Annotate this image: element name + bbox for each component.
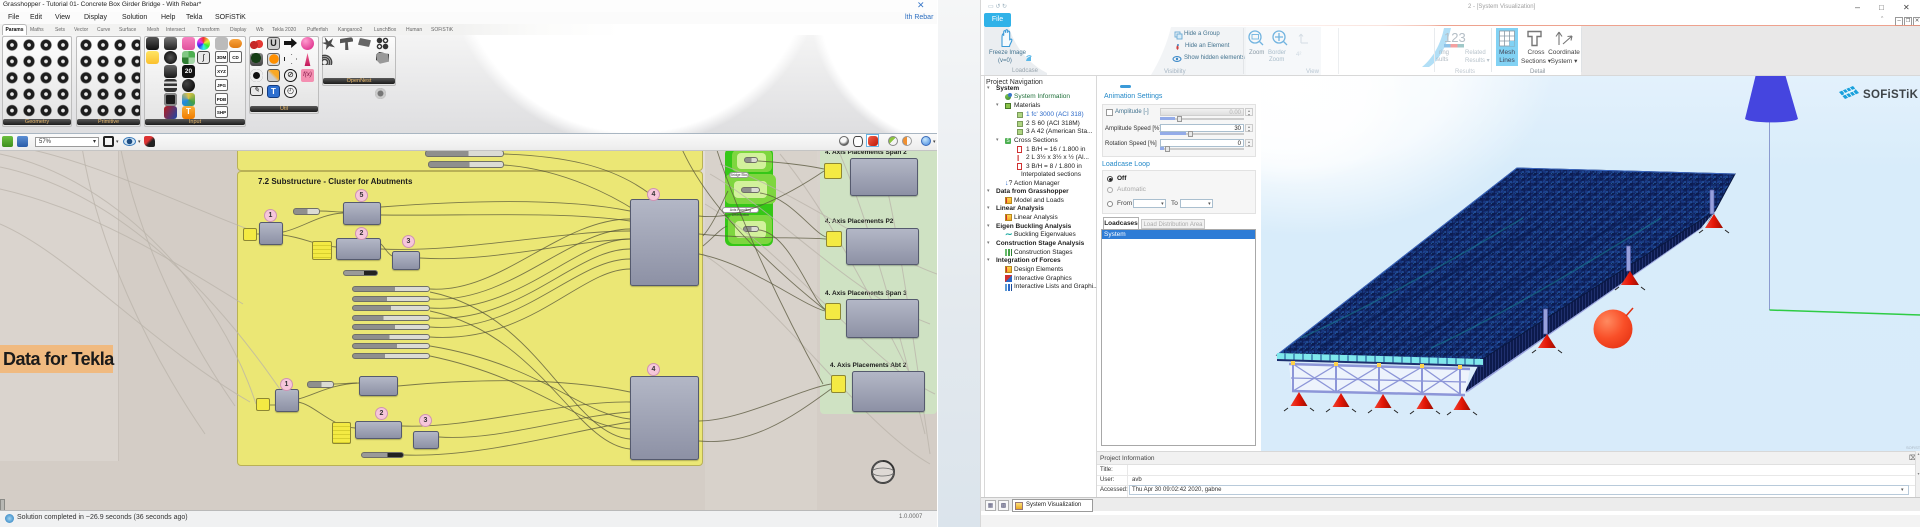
svg-text:SOFiSTiK: SOFiSTiK [1863, 89, 1919, 101]
svg-text:SOFiSTiK: SOFiSTiK [1906, 445, 1920, 450]
svg-text:123: 123 [1444, 30, 1466, 45]
